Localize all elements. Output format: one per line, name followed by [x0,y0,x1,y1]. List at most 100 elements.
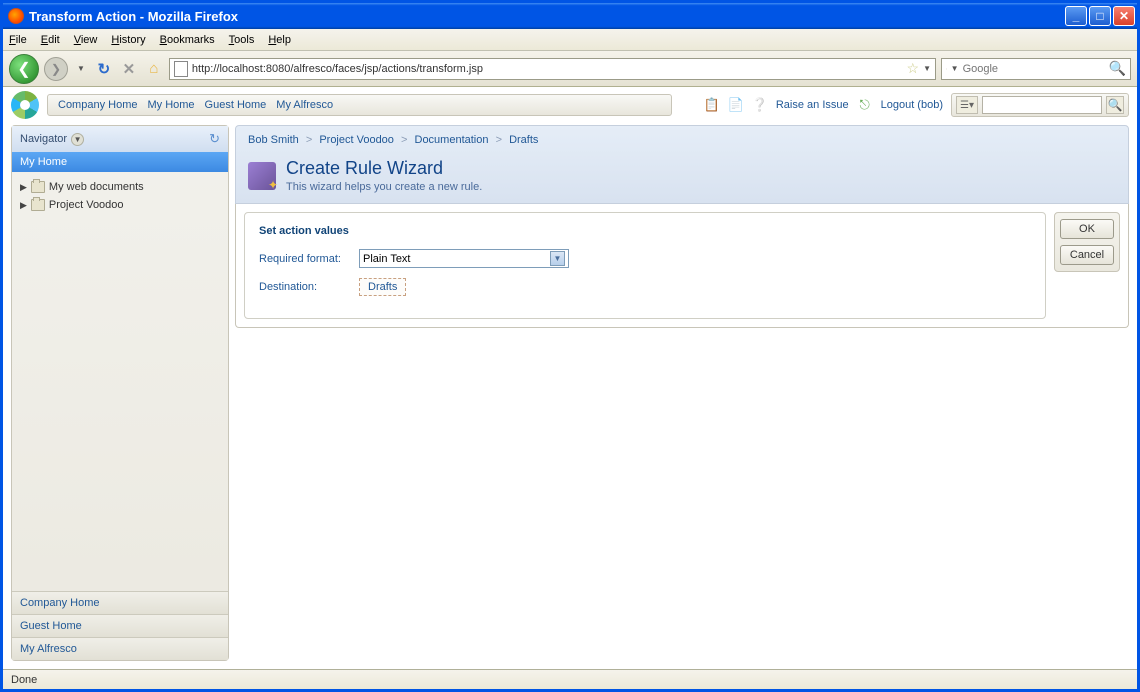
ok-button[interactable]: OK [1060,219,1114,239]
button-panel: OK Cancel [1054,212,1120,272]
browser-toolbar: ❮ ❯ ▼ ↻ ✕ ⌂ http://localhost:8080/alfres… [3,51,1137,87]
destination-label: Destination: [259,281,349,293]
browser-window: Transform Action - Mozilla Firefox _ □ ✕… [0,0,1140,692]
breadcrumb-item[interactable]: Documentation [415,134,489,146]
sidebar-bottom-links: Company Home Guest Home My Alfresco [12,591,228,660]
link-my-home[interactable]: My Home [147,99,194,111]
folder-icon [31,181,45,193]
status-text: Done [11,674,37,686]
sidebar-link-company-home[interactable]: Company Home [12,591,228,614]
breadcrumb-item[interactable]: Project Voodoo [319,134,394,146]
menu-help[interactable]: Help [268,34,291,46]
url-text: http://localhost:8080/alfresco/faces/jsp… [192,63,483,75]
page-body: Company Home My Home Guest Home My Alfre… [3,87,1137,669]
tree-item-label: My web documents [49,181,144,193]
top-nav-links: Company Home My Home Guest Home My Alfre… [47,94,672,116]
form-row-destination: Destination: Drafts [259,278,1031,296]
required-format-select[interactable]: Plain Text ▼ [359,249,569,268]
logout-icon: ⎋ [857,97,873,113]
top-right-actions: 📋 📄 ❔ Raise an Issue ⎋ Logout (bob) ☰▾ 🔍 [704,93,1129,117]
window-titlebar[interactable]: Transform Action - Mozilla Firefox _ □ ✕ [3,3,1137,29]
sidebar-selected-item[interactable]: My Home [12,152,228,172]
back-button[interactable]: ❮ [9,54,39,84]
search-engine-dropdown[interactable]: ▼ [951,64,959,73]
breadcrumb-sep: > [306,134,312,146]
browser-search-bar[interactable]: ▼ 🔍 [941,58,1131,80]
help-icon[interactable]: ❔ [752,97,768,113]
menu-view[interactable]: View [74,34,98,46]
breadcrumb: Bob Smith > Project Voodoo > Documentati… [248,134,1116,146]
forward-button: ❯ [44,57,68,81]
main-area: Navigator ▼ ↻ My Home ▶ My web documents… [3,123,1137,669]
destination-value: Drafts [368,281,397,293]
nav-history-dropdown[interactable]: ▼ [73,64,89,73]
search-options-button[interactable]: ☰▾ [956,96,978,114]
menu-tools[interactable]: Tools [229,34,255,46]
sidebar: Navigator ▼ ↻ My Home ▶ My web documents… [11,125,229,661]
breadcrumb-sep: > [496,134,502,146]
url-dropdown[interactable]: ▼ [923,64,931,73]
link-guest-home[interactable]: Guest Home [205,99,267,111]
tree-item-web-documents[interactable]: ▶ My web documents [16,178,224,196]
menu-file[interactable]: File [9,34,27,46]
content-panel: Bob Smith > Project Voodoo > Documentati… [235,125,1129,661]
tree-item-project-voodoo[interactable]: ▶ Project Voodoo [16,196,224,214]
content-body: Set action values Required format: Plain… [235,204,1129,328]
window-maximize-button[interactable]: □ [1089,6,1111,26]
clipboard-icon[interactable]: 📋 [704,97,720,113]
logout-link[interactable]: Logout (bob) [881,99,943,111]
folder-icon [31,199,45,211]
page-subtitle: This wizard helps you create a new rule. [286,181,482,193]
alfresco-logo [11,91,39,119]
search-go-icon[interactable]: 🔍 [1109,60,1126,77]
raise-issue-link[interactable]: Raise an Issue [776,99,849,111]
sidebar-link-guest-home[interactable]: Guest Home [12,614,228,637]
sidebar-header: Navigator ▼ ↻ [12,126,228,152]
tree-expand-icon[interactable]: ▶ [20,200,27,211]
firefox-icon [8,8,24,24]
link-my-alfresco[interactable]: My Alfresco [276,99,333,111]
tree-item-label: Project Voodoo [49,199,124,211]
reload-button[interactable]: ↻ [94,59,114,79]
menu-bookmarks[interactable]: Bookmarks [160,34,215,46]
window-minimize-button[interactable]: _ [1065,6,1087,26]
google-icon [946,61,947,77]
browser-search-input[interactable] [963,63,1105,75]
stop-button: ✕ [119,59,139,79]
paste-icon[interactable]: 📄 [728,97,744,113]
menu-edit[interactable]: Edit [41,34,60,46]
app-topbar: Company Home My Home Guest Home My Alfre… [3,87,1137,123]
sidebar-tree: ▶ My web documents ▶ Project Voodoo [12,172,228,591]
destination-picker[interactable]: Drafts [359,278,406,296]
wizard-icon [248,162,276,190]
app-search-box: ☰▾ 🔍 [951,93,1129,117]
title-row: Create Rule Wizard This wizard helps you… [248,158,1116,193]
content-header: Bob Smith > Project Voodoo > Documentati… [235,125,1129,204]
breadcrumb-item[interactable]: Bob Smith [248,134,299,146]
tree-expand-icon[interactable]: ▶ [20,182,27,193]
page-title: Create Rule Wizard [286,158,482,179]
required-format-label: Required format: [259,253,349,265]
app-search-go-button[interactable]: 🔍 [1106,96,1124,114]
cancel-button[interactable]: Cancel [1060,245,1114,265]
sidebar-dropdown-icon[interactable]: ▼ [71,133,84,146]
home-button[interactable]: ⌂ [144,59,164,79]
form-heading: Set action values [259,225,1031,237]
sidebar-link-my-alfresco[interactable]: My Alfresco [12,637,228,660]
app-search-input[interactable] [982,96,1102,114]
address-bar[interactable]: http://localhost:8080/alfresco/faces/jsp… [169,58,936,80]
form-row-format: Required format: Plain Text ▼ [259,249,1031,268]
menu-history[interactable]: History [111,34,145,46]
required-format-value: Plain Text [363,253,411,265]
window-close-button[interactable]: ✕ [1113,6,1135,26]
browser-statusbar: Done [3,669,1137,689]
page-icon [174,61,188,77]
link-company-home[interactable]: Company Home [58,99,137,111]
bookmark-star-icon[interactable]: ☆ [907,60,920,77]
sidebar-refresh-icon[interactable]: ↻ [209,131,220,147]
select-dropdown-icon: ▼ [550,251,565,266]
form-panel: Set action values Required format: Plain… [244,212,1046,319]
breadcrumb-item[interactable]: Drafts [509,134,538,146]
window-title: Transform Action - Mozilla Firefox [29,9,238,24]
breadcrumb-sep: > [401,134,407,146]
